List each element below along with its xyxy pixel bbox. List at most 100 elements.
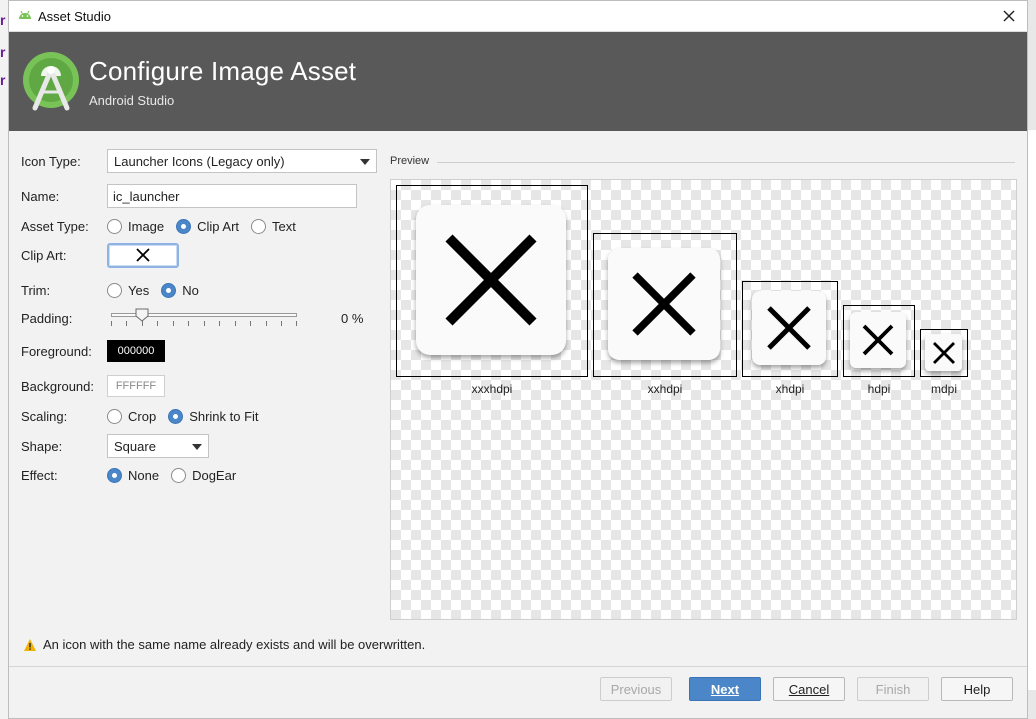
android-studio-logo-icon — [23, 52, 79, 111]
trim-yes-radio[interactable]: Yes — [107, 282, 150, 298]
scaling-crop-radio[interactable]: Crop — [107, 408, 157, 424]
title-bar: Asset Studio — [9, 1, 1027, 32]
padding-label: Padding: — [21, 310, 73, 326]
previous-button[interactable]: Previous — [600, 677, 672, 701]
radio-selected-icon — [161, 282, 177, 298]
icon-card — [416, 205, 566, 355]
asset-type-clip-art-radio[interactable]: Clip Art — [176, 218, 240, 234]
chevron-down-icon — [192, 444, 202, 450]
slider-tick — [266, 321, 267, 326]
padding-value: 0 % — [341, 310, 364, 326]
radio-label: Text — [272, 218, 296, 234]
clip-art-button[interactable] — [107, 242, 179, 268]
preview-hdpi: hdpi — [843, 305, 915, 396]
radio-label: Yes — [128, 282, 150, 298]
chevron-down-icon — [360, 159, 370, 165]
preview-mdpi: mdpi — [920, 329, 968, 396]
window-title: Asset Studio — [38, 9, 111, 24]
help-button[interactable]: Help — [941, 677, 1013, 701]
slider-tick — [235, 321, 236, 326]
asset-studio-dialog: Asset Studio Configure Image Asset Andro… — [8, 0, 1028, 719]
finish-button[interactable]: Finish — [857, 677, 929, 701]
shape-select[interactable]: Square — [107, 434, 209, 458]
foreground-row: Foreground: 000000 — [21, 339, 381, 363]
preview-xxxhdpi: xxxhdpi — [396, 185, 588, 396]
background-fragment: r — [0, 72, 6, 88]
footer-divider — [9, 666, 1027, 667]
header-subtitle: Android Studio — [89, 93, 175, 108]
radio-icon — [107, 282, 122, 298]
icon-card — [752, 291, 826, 365]
slider-tick — [204, 321, 205, 326]
density-label: mdpi — [930, 382, 957, 396]
asset-type-text-radio[interactable]: Text — [251, 218, 296, 234]
trim-no-radio[interactable]: No — [161, 282, 199, 298]
slider-tick — [173, 321, 174, 326]
radio-selected-icon — [107, 467, 122, 483]
effect-row: Effect: None DogEar — [21, 463, 381, 487]
close-button[interactable] — [997, 4, 1021, 28]
asset-type-label: Asset Type: — [21, 218, 89, 234]
background-fragment: r — [0, 12, 6, 28]
shape-row: Shape: Square — [21, 434, 381, 458]
foreground-label: Foreground: — [21, 343, 92, 359]
overwrite-warning: An icon with the same name already exist… — [23, 637, 425, 652]
dialog-header: Configure Image Asset Android Studio — [9, 32, 1027, 131]
background-color-swatch[interactable]: FFFFFF — [107, 375, 165, 397]
padding-row: Padding: 0 % — [21, 306, 381, 330]
preview-xhdpi: xhdpi — [742, 281, 838, 396]
name-input[interactable]: ic_launcher — [107, 184, 357, 208]
effect-none-radio[interactable]: None — [107, 467, 160, 483]
icon-type-value: Launcher Icons (Legacy only) — [114, 153, 285, 169]
padding-slider[interactable] — [111, 308, 297, 328]
clip-art-label: Clip Art: — [21, 247, 67, 263]
radio-label: Image — [128, 218, 165, 234]
slider-tick — [157, 321, 158, 326]
warning-text: An icon with the same name already exist… — [43, 637, 426, 652]
close-icon — [1003, 10, 1015, 22]
asset-type-image-radio[interactable]: Image — [107, 218, 165, 234]
effect-dogear-radio[interactable]: DogEar — [171, 467, 237, 483]
clip-art-row: Clip Art: — [21, 242, 381, 268]
radio-label: None — [128, 467, 160, 483]
icon-type-label: Icon Type: — [21, 153, 81, 169]
icon-type-select[interactable]: Launcher Icons (Legacy only) — [107, 149, 377, 173]
close-icon — [136, 248, 150, 262]
background-fragment: r — [0, 44, 6, 60]
scaling-shrink-to-fit-radio[interactable]: Shrink to Fit — [168, 408, 259, 424]
background-row: Background: FFFFFF — [21, 374, 381, 398]
slider-tick — [219, 321, 220, 326]
radio-label: Clip Art — [197, 218, 240, 234]
slider-tick — [188, 321, 189, 326]
background-ide-edge-right — [1028, 130, 1036, 690]
android-icon — [19, 10, 31, 19]
preview-divider — [437, 162, 1015, 163]
density-label: hdpi — [867, 382, 891, 396]
radio-icon — [107, 218, 122, 234]
header-title: Configure Image Asset — [89, 56, 357, 86]
preview-title: Preview — [390, 155, 430, 167]
radio-selected-icon — [176, 218, 192, 234]
cancel-button[interactable]: Cancel — [773, 677, 845, 701]
density-label: xhdpi — [775, 382, 805, 396]
shape-label: Shape: — [21, 438, 63, 454]
radio-label: Crop — [128, 408, 157, 424]
effect-label: Effect: — [21, 467, 58, 483]
close-icon — [767, 306, 811, 350]
foreground-color-swatch[interactable]: 000000 — [107, 340, 165, 362]
slider-tick — [250, 321, 251, 326]
name-row: Name: ic_launcher — [21, 184, 381, 208]
shape-value: Square — [114, 438, 156, 454]
radio-label: Shrink to Fit — [189, 408, 259, 424]
next-button-label: Next — [710, 681, 740, 697]
slider-thumb[interactable] — [135, 308, 149, 322]
density-label: xxxhdpi — [471, 382, 513, 396]
radio-label: DogEar — [192, 467, 237, 483]
next-button[interactable]: Next — [689, 677, 761, 701]
name-label: Name: — [21, 188, 60, 204]
slider-tick — [126, 321, 127, 326]
trim-row: Trim: Yes No — [21, 278, 381, 302]
close-icon — [862, 324, 894, 356]
scaling-row: Scaling: Crop Shrink to Fit — [21, 404, 381, 428]
density-label: xxhdpi — [647, 382, 683, 396]
